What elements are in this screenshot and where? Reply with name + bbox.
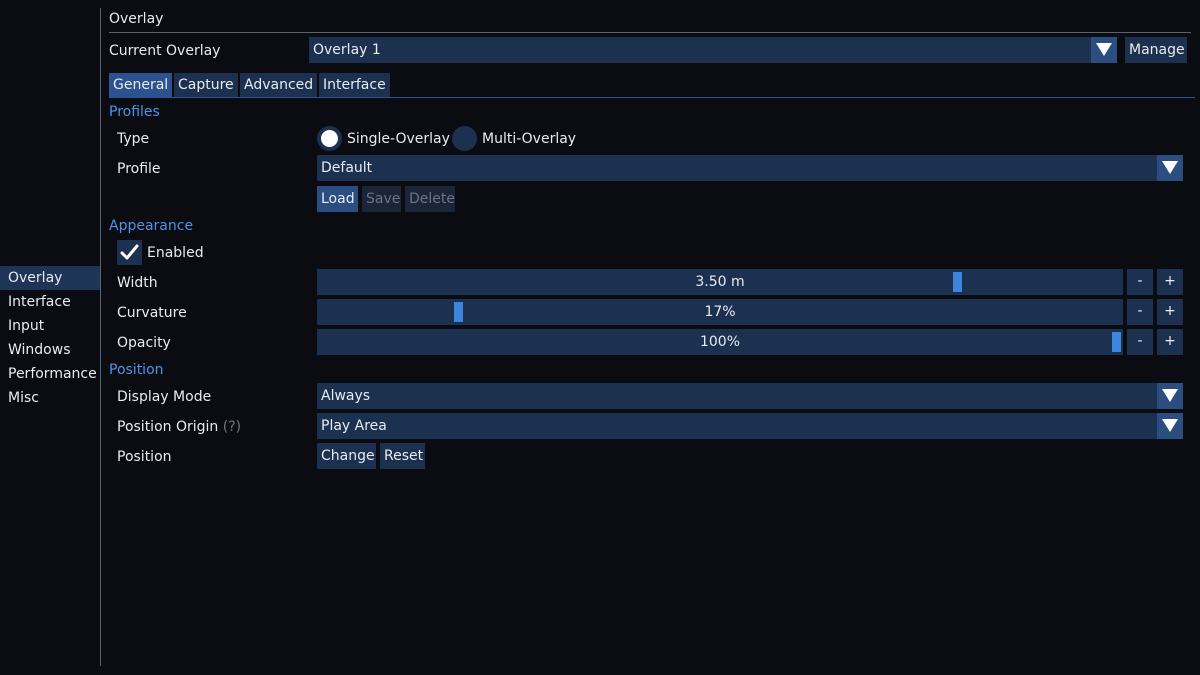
width-decrease-button[interactable]: - <box>1127 269 1153 295</box>
opacity-value: 100% <box>699 334 741 350</box>
chevron-down-icon[interactable] <box>1157 155 1183 181</box>
current-overlay-value: Overlay 1 <box>313 42 381 58</box>
page-title: Overlay <box>109 11 164 27</box>
delete-button[interactable]: Delete <box>405 186 455 212</box>
sidebar-divider <box>100 8 101 666</box>
width-label: Width <box>117 275 158 291</box>
opacity-slider[interactable]: 100% <box>317 329 1123 355</box>
opacity-increase-button[interactable]: + <box>1157 329 1183 355</box>
current-overlay-label: Current Overlay <box>109 43 221 59</box>
sidebar-item-windows[interactable]: Windows <box>0 338 100 362</box>
tab-general[interactable]: General <box>109 73 173 97</box>
tab-interface[interactable]: Interface <box>319 73 390 97</box>
change-button[interactable]: Change <box>317 443 376 469</box>
sidebar-item-input[interactable]: Input <box>0 314 100 338</box>
tab-advanced[interactable]: Advanced <box>240 73 318 97</box>
curvature-label: Curvature <box>117 305 187 321</box>
opacity-label: Opacity <box>117 335 171 351</box>
width-value: 3.50 m <box>695 274 745 290</box>
width-increase-button[interactable]: + <box>1157 269 1183 295</box>
title-divider <box>109 32 1191 33</box>
profile-label: Profile <box>117 161 161 177</box>
position-origin-value: Play Area <box>321 418 387 434</box>
profile-value: Default <box>321 160 373 176</box>
display-mode-label: Display Mode <box>117 389 212 405</box>
single-overlay-label[interactable]: Single-Overlay <box>347 130 450 148</box>
position-origin-label: Position Origin (?) <box>117 418 241 436</box>
type-label: Type <box>117 131 150 147</box>
curvature-decrease-button[interactable]: - <box>1127 299 1153 325</box>
curvature-slider[interactable]: 17% <box>317 299 1123 325</box>
reset-button[interactable]: Reset <box>380 443 425 469</box>
width-slider[interactable]: 3.50 m <box>317 269 1123 295</box>
tab-underline <box>109 97 1195 98</box>
chevron-down-icon[interactable] <box>1157 383 1183 409</box>
profile-select[interactable]: Default <box>317 155 1183 181</box>
chevron-down-icon[interactable] <box>1091 37 1117 63</box>
sidebar-item-misc[interactable]: Misc <box>0 386 100 410</box>
enabled-checkbox[interactable] <box>117 240 142 265</box>
opacity-decrease-button[interactable]: - <box>1127 329 1153 355</box>
curvature-value: 17% <box>704 304 736 320</box>
radio-multi-overlay[interactable] <box>452 126 477 151</box>
save-button[interactable]: Save <box>362 186 401 212</box>
position-origin-label-text: Position Origin <box>117 419 219 435</box>
section-position: Position <box>109 362 164 378</box>
chevron-down-icon[interactable] <box>1157 413 1183 439</box>
curvature-increase-button[interactable]: + <box>1157 299 1183 325</box>
enabled-label[interactable]: Enabled <box>147 244 204 262</box>
position-label: Position <box>117 449 172 465</box>
manage-button[interactable]: Manage <box>1125 37 1187 63</box>
display-mode-select[interactable]: Always <box>317 383 1183 409</box>
display-mode-value: Always <box>321 388 371 404</box>
checkmark-icon <box>120 244 139 260</box>
position-origin-select[interactable]: Play Area <box>317 413 1183 439</box>
section-profiles: Profiles <box>109 104 160 120</box>
multi-overlay-label[interactable]: Multi-Overlay <box>482 130 576 148</box>
sidebar-item-performance[interactable]: Performance <box>0 362 100 386</box>
section-appearance: Appearance <box>109 218 194 234</box>
tab-capture[interactable]: Capture <box>174 73 238 97</box>
radio-single-overlay[interactable] <box>317 126 342 151</box>
load-button[interactable]: Load <box>317 186 358 212</box>
sidebar-item-interface[interactable]: Interface <box>0 290 100 314</box>
sidebar-item-overlay[interactable]: Overlay <box>0 266 100 290</box>
current-overlay-select[interactable]: Overlay 1 <box>309 37 1117 63</box>
help-icon[interactable]: (?) <box>223 419 241 435</box>
